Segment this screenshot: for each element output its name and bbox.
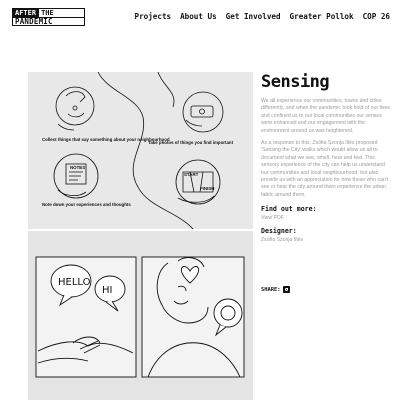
nav-about-us[interactable]: About Us [180,12,217,21]
ring-bubble [213,298,243,328]
photo-circle [182,91,224,133]
find-out-more-heading: Find out more: [261,205,317,214]
logo-word-after: AFTER [13,9,39,17]
description-paragraph-1: We all experience our communities, towns… [261,98,390,134]
photos-caption: Take photos of things you find important [148,140,234,145]
page-title: Sensing [261,72,330,92]
share-label: SHARE: [261,286,281,293]
note-caption: Note down your experiences and thoughts [42,202,131,207]
finish-label: FINISH [200,186,214,191]
nav-cop-26[interactable]: COP 26 [363,12,390,21]
start-label: START [184,172,199,177]
hi-text: HI [102,285,112,296]
sensing-illustration-activities: Collect things that say something about … [28,72,253,229]
main-nav: Projects About Us Get Involved Greater P… [135,12,390,21]
site-logo[interactable]: AFTER THE PANDEMIC [12,8,85,26]
nav-projects[interactable]: Projects [135,12,172,21]
logo-word-the: THE [38,9,56,17]
designer-name: Zsófia Szonja Illés [261,237,304,244]
notes-label: NOTES [70,165,85,170]
designer-heading: Designer: [261,227,297,236]
logo-word-pandemic: PANDEMIC [13,17,84,26]
hello-text: HELLO [58,277,91,288]
sensing-illustration-conversation: HELLO HI [28,231,253,400]
nav-greater-pollok[interactable]: Greater Pollok [290,12,354,21]
project-info: Sensing We all experience our communitie… [261,72,391,243]
share-row: SHARE: [261,286,291,293]
view-pdf-link[interactable]: View PDF [261,215,391,221]
nav-get-involved[interactable]: Get Involved [226,12,281,21]
description-paragraph-2: As a response to this, Zsófia Szonja Ill… [261,140,389,198]
twitter-icon[interactable] [283,286,291,293]
